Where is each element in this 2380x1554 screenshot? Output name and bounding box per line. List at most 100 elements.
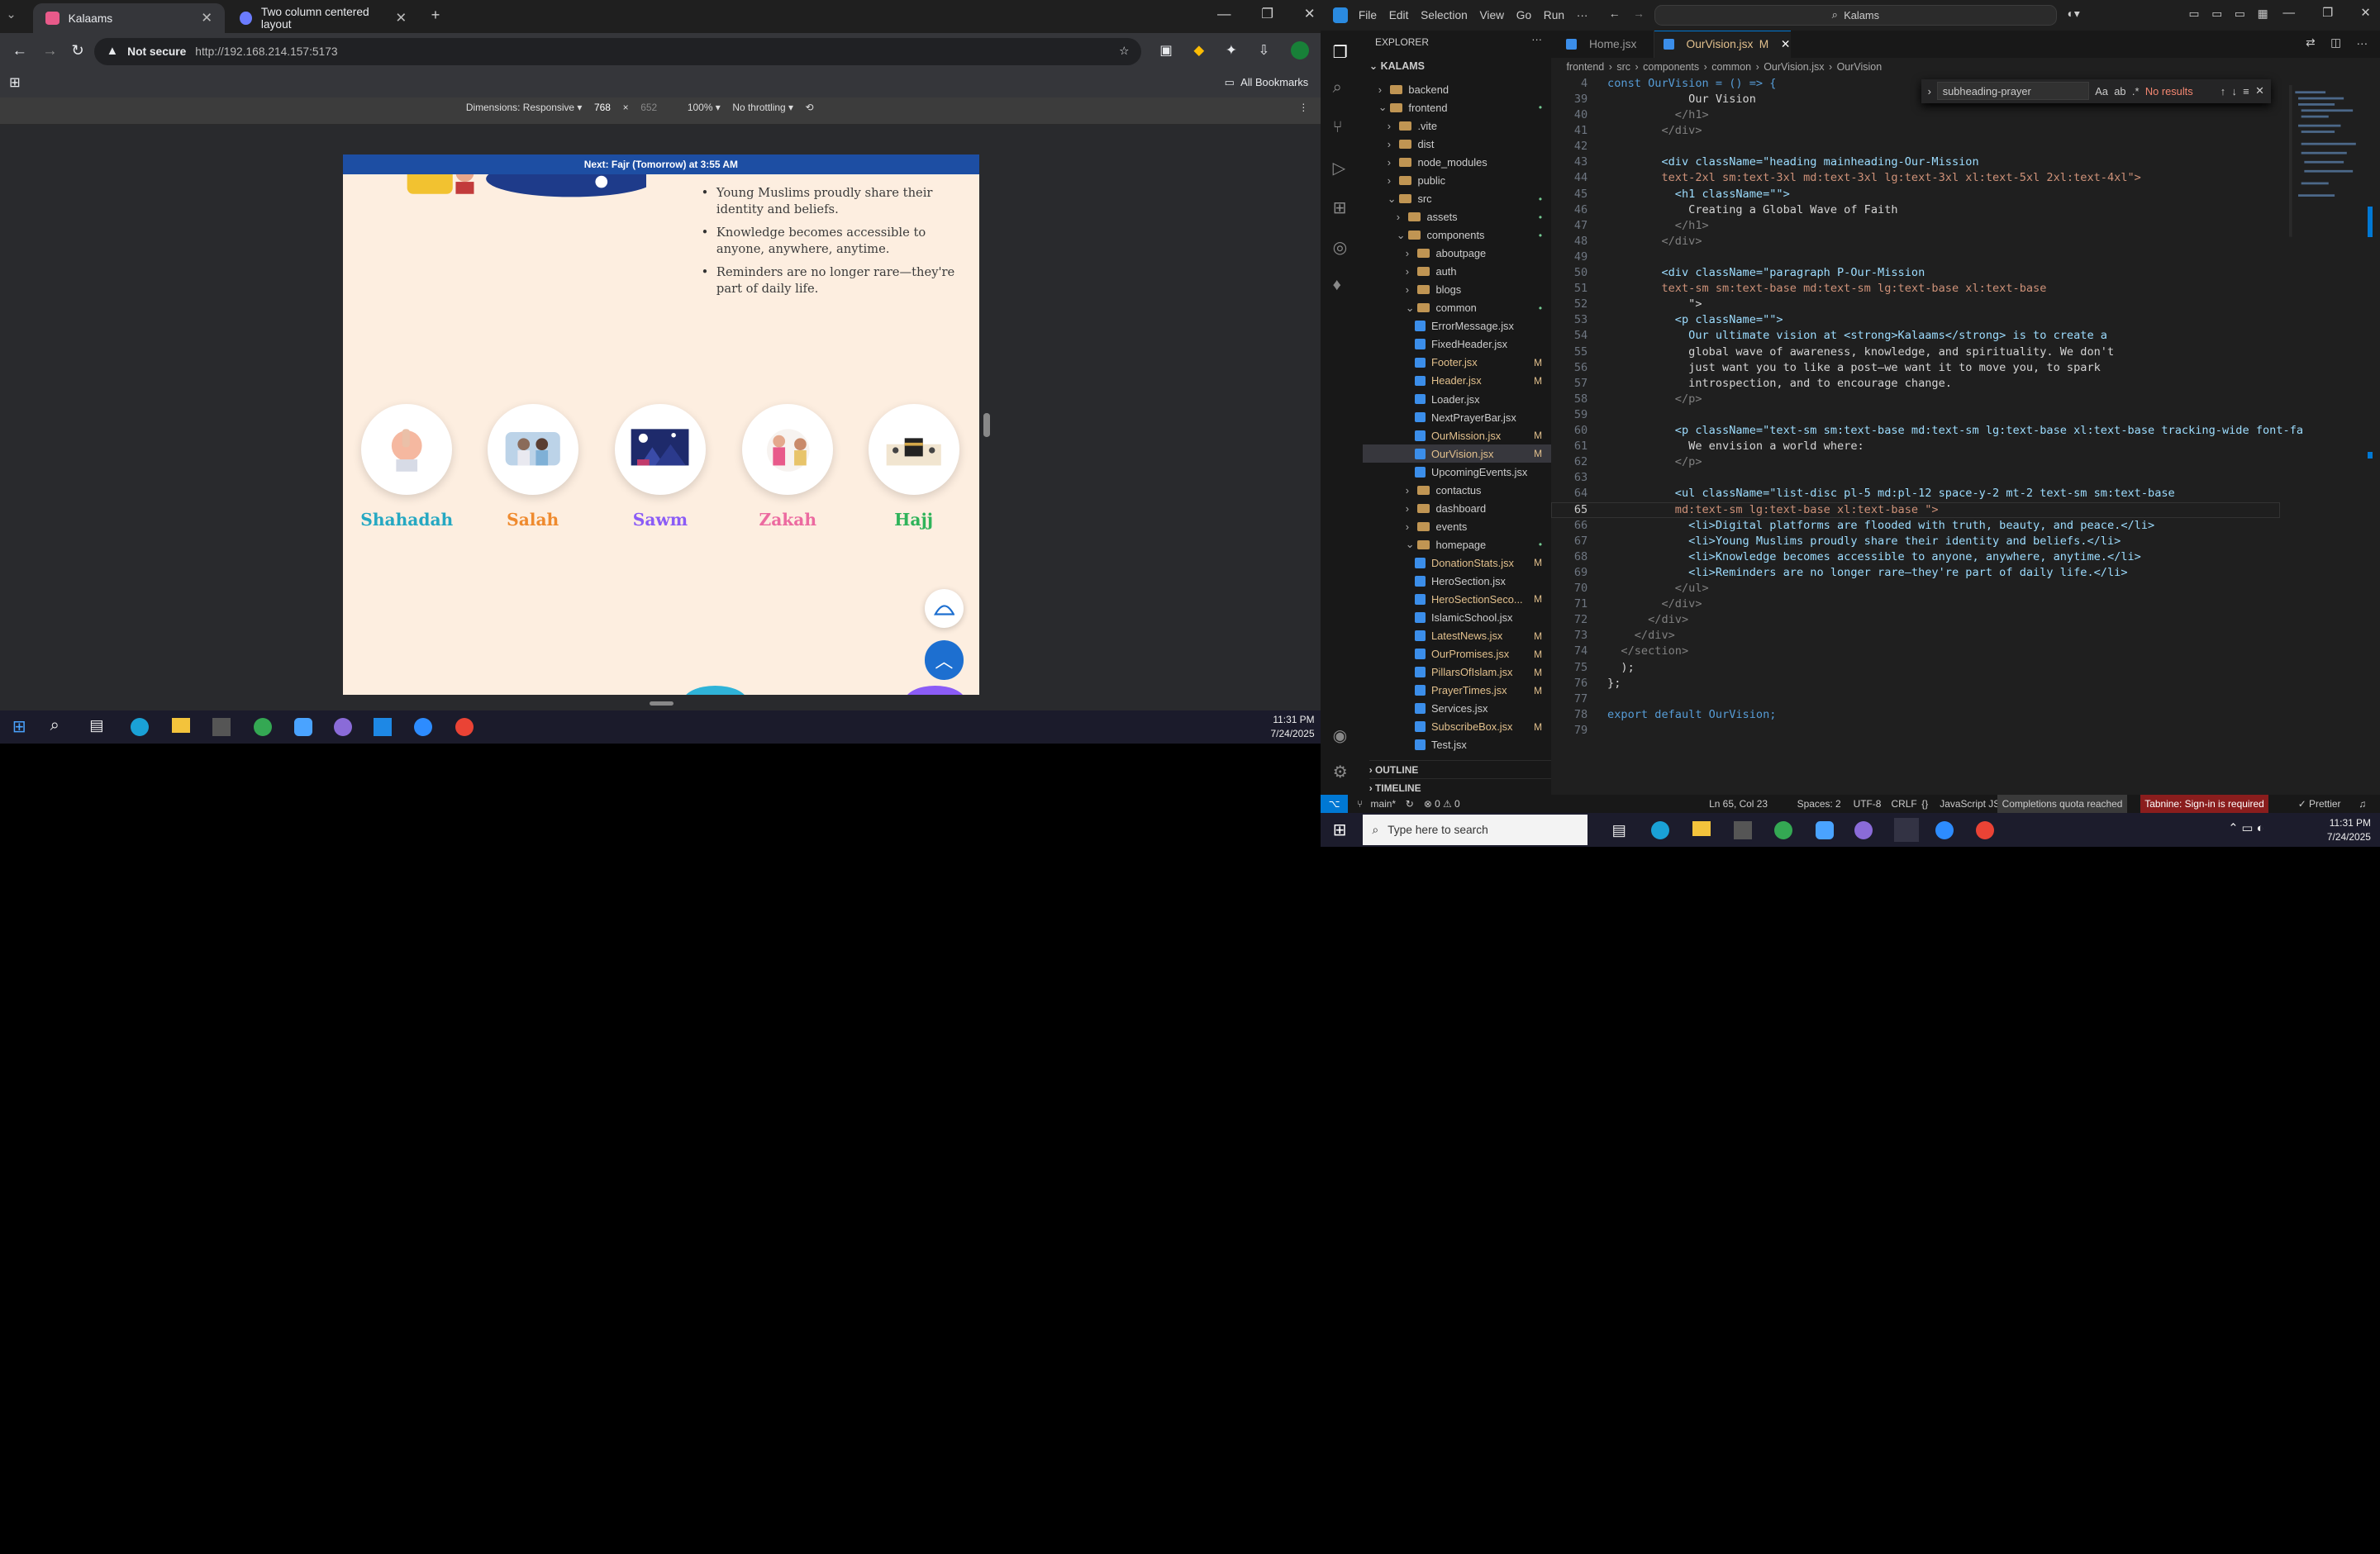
all-bookmarks-button[interactable]: ▭ All Bookmarks xyxy=(1225,76,1309,89)
accounts-icon[interactable]: ◉ xyxy=(1333,725,1348,746)
notifications-bell-icon[interactable]: ♫ xyxy=(2359,798,2366,810)
windows-start-icon[interactable]: ⊞ xyxy=(12,716,26,737)
tree-file[interactable]: DonationStats.jsx M xyxy=(1363,554,1551,572)
breadcrumb-item[interactable]: components xyxy=(1643,61,1699,73)
code-line[interactable]: global wave of awareness, knowledge, and… xyxy=(1607,345,2114,360)
close-tab-icon[interactable]: ✕ xyxy=(201,10,212,26)
new-tab-button[interactable]: + xyxy=(431,6,440,24)
tab-kalaams[interactable]: Kalaams ✕ xyxy=(33,2,225,34)
find-in-selection-icon[interactable]: ≡ xyxy=(2243,85,2249,97)
code-line[interactable]: Our ultimate vision at <strong>Kalaams</… xyxy=(1607,328,2107,344)
code-line[interactable]: </p> xyxy=(1607,454,1702,470)
tree-folder[interactable]: › assets • xyxy=(1363,208,1551,226)
tree-folder[interactable]: ⌄ frontend • xyxy=(1363,98,1551,116)
pillar-shahadah[interactable]: Shahadah xyxy=(359,403,454,530)
bookmark-star-icon[interactable]: ☆ xyxy=(1119,45,1129,58)
code-line[interactable]: <li>Young Muslims proudly share their id… xyxy=(1607,534,2121,549)
rotate-icon[interactable]: ⟲ xyxy=(806,102,814,113)
mongodb-leaf-icon[interactable]: ♦ xyxy=(1333,276,1341,295)
scroll-top-button[interactable]: ︿ xyxy=(924,640,964,680)
code-line[interactable]: <p className="text-sm sm:text-base md:te… xyxy=(1607,423,2303,439)
chrome-2-icon[interactable] xyxy=(455,717,474,736)
chrome-2-icon[interactable] xyxy=(1976,820,1995,839)
throttle-select[interactable]: No throttling ▾ xyxy=(732,102,793,113)
github-icon[interactable] xyxy=(1854,820,1873,839)
tree-file[interactable]: LatestNews.jsx M xyxy=(1363,627,1551,645)
tree-folder[interactable]: ⌄ common • xyxy=(1363,299,1551,317)
toggle-panel-icon[interactable]: ▭ xyxy=(2211,7,2222,21)
split-editor-icon[interactable]: ◫ xyxy=(2330,36,2341,50)
menu-item[interactable]: View xyxy=(1479,9,1504,21)
height-input[interactable]: 652 xyxy=(640,102,657,113)
outline-section[interactable]: › OUTLINE xyxy=(1368,760,1552,776)
code-line[interactable]: </ul> xyxy=(1607,581,1709,596)
remote-indicator-icon[interactable]: ⌥ xyxy=(1320,795,1348,814)
zoom-icon[interactable] xyxy=(1935,820,1954,839)
code-line[interactable]: text-sm sm:text-base md:text-sm lg:text-… xyxy=(1607,281,2046,297)
sync-icon[interactable]: ↻ xyxy=(1406,798,1414,810)
url-text[interactable]: http://192.168.214.157:5173 xyxy=(195,45,337,58)
breadcrumb-item[interactable]: frontend xyxy=(1566,61,1604,73)
settings-gear-icon[interactable]: ⚙ xyxy=(1333,762,1348,782)
clock[interactable]: 11:31 PM 7/24/2025 xyxy=(2327,816,2371,844)
code-line[interactable]: <h1 className=""> xyxy=(1607,187,1790,202)
code-editor[interactable]: 4 const OurVision = () => {39 Our Vision 4… xyxy=(1551,76,2380,749)
tree-file[interactable]: Footer.jsx M xyxy=(1363,354,1551,372)
tree-file[interactable]: PrayerTimes.jsx M xyxy=(1363,682,1551,700)
nav-back-icon[interactable]: ← xyxy=(1609,7,1621,20)
regex-icon[interactable]: .* xyxy=(2132,85,2140,97)
pillar-hajj[interactable]: Hajj xyxy=(867,403,961,530)
code-line[interactable]: </div> xyxy=(1607,123,1702,139)
pillar-zakah[interactable]: Zakah xyxy=(740,403,835,530)
tree-folder[interactable]: ⌄ homepage • xyxy=(1363,535,1551,554)
search-icon[interactable]: ⌕ xyxy=(50,716,60,735)
tree-file[interactable]: SubscribeBox.jsx M xyxy=(1363,718,1551,736)
toggle-sidebar-icon[interactable]: ▭ xyxy=(2189,7,2200,21)
tree-file[interactable]: ErrorMessage.jsx xyxy=(1363,317,1551,335)
omnibox[interactable]: ▲ Not secure http://192.168.214.157:5173… xyxy=(93,37,1142,65)
completions-status[interactable]: Completions quota reached xyxy=(1997,795,2127,814)
tree-file[interactable]: Header.jsx M xyxy=(1363,372,1551,390)
tree-folder[interactable]: › backend xyxy=(1363,80,1551,98)
code-line[interactable]: </div> xyxy=(1607,612,1688,628)
app-icon[interactable] xyxy=(1815,820,1834,839)
edge-icon[interactable] xyxy=(1651,820,1670,839)
encoding[interactable]: UTF-8 xyxy=(1854,798,1882,810)
search-icon[interactable]: ⌕ xyxy=(1333,78,1342,97)
store-icon[interactable] xyxy=(212,717,231,736)
close-window-icon[interactable]: ✕ xyxy=(2360,6,2370,20)
indentation[interactable]: Spaces: 2 xyxy=(1797,798,1841,810)
tree-folder[interactable]: › contactus xyxy=(1363,481,1551,499)
language-mode[interactable]: JavaScript JSX xyxy=(1940,798,2006,810)
line-ending[interactable]: CRLF xyxy=(1892,798,1917,810)
vscode-icon[interactable] xyxy=(373,717,392,736)
code-line[interactable]: ); xyxy=(1607,660,1634,676)
zoom-select[interactable]: 100% ▾ xyxy=(688,102,721,113)
layout-icon[interactable]: ▦ xyxy=(2258,7,2268,21)
tree-folder[interactable]: › blogs xyxy=(1363,281,1551,299)
timeline-section[interactable]: › TIMELINE xyxy=(1368,778,1552,794)
pillar-salah[interactable]: Salah xyxy=(486,403,580,530)
run-debug-icon[interactable]: ▷ xyxy=(1333,158,1346,178)
download-icon[interactable]: ⇩ xyxy=(1259,42,1270,59)
source-control-icon[interactable]: ⑂ xyxy=(1333,118,1343,137)
code-line[interactable]: We envision a world where: xyxy=(1607,439,1864,454)
tree-file[interactable]: OurPromises.jsx M xyxy=(1363,645,1551,663)
code-line[interactable]: <p className=""> xyxy=(1607,312,1783,328)
whole-word-icon[interactable]: ab xyxy=(2114,85,2125,97)
extensions-puzzle-icon[interactable]: ✦ xyxy=(1226,42,1237,59)
menu-item[interactable]: Edit xyxy=(1389,9,1409,21)
tree-folder[interactable]: › public xyxy=(1363,172,1551,190)
workspace-root[interactable]: ⌄ KALAMS xyxy=(1369,59,1425,72)
task-view-icon[interactable]: ▤ xyxy=(1612,821,1626,839)
tray-icons[interactable]: ⌃ ▭ ◐ xyxy=(2228,821,2263,835)
forward-icon[interactable]: → xyxy=(42,41,57,59)
branch-name[interactable]: main* xyxy=(1371,798,1396,810)
windows-start-icon[interactable]: ⊞ xyxy=(1333,820,1347,840)
store-icon[interactable] xyxy=(1733,820,1752,839)
code-line[interactable]: introspection, and to encourage change. xyxy=(1607,376,1952,392)
extension-icon[interactable]: ▣ xyxy=(1159,42,1173,59)
menu-item[interactable]: Selection xyxy=(1421,9,1468,21)
tab-home-jsx[interactable]: Home.jsx xyxy=(1551,30,1654,58)
tree-file[interactable]: Loader.jsx xyxy=(1363,390,1551,408)
